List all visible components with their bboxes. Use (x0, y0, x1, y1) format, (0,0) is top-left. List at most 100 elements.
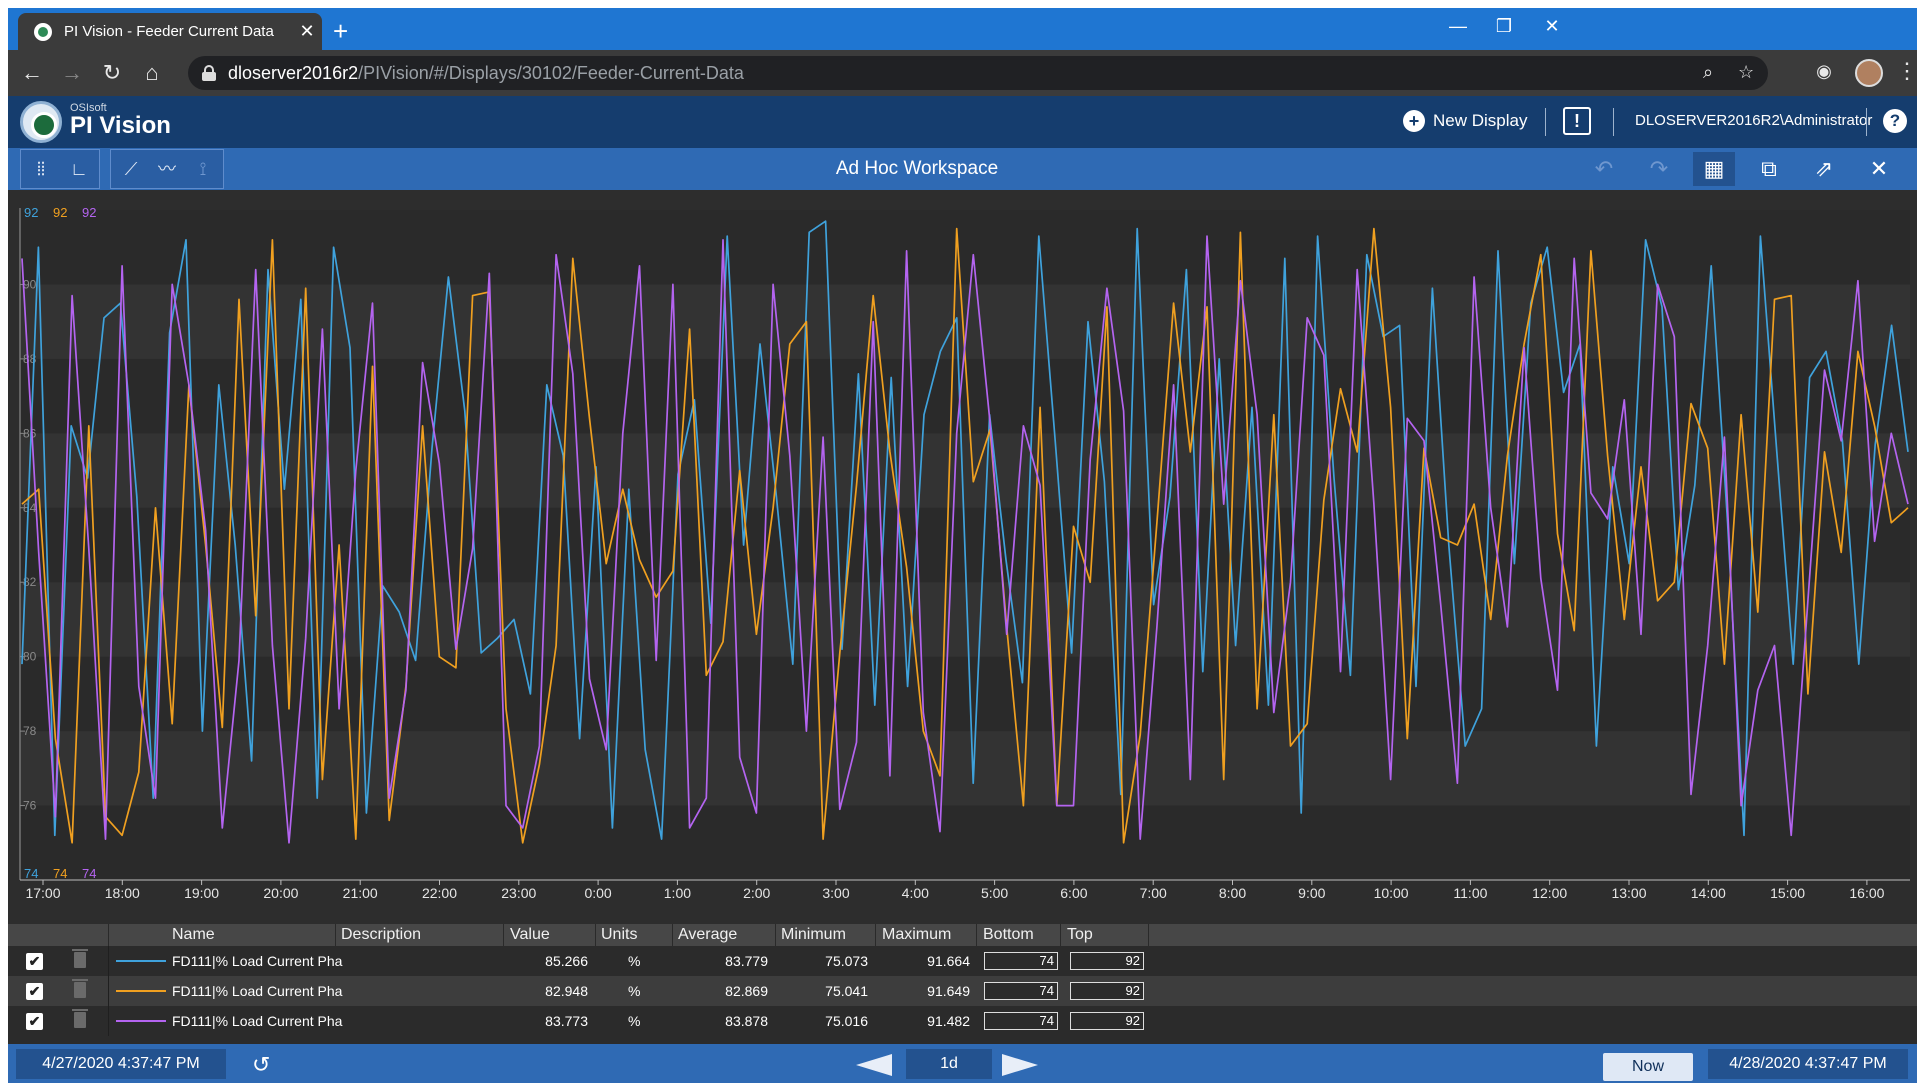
col-maximum[interactable]: Maximum (882, 926, 951, 944)
browser-tab[interactable]: PI Vision - Feeder Current Data ✕ (18, 13, 322, 50)
time-forward-arrow-icon[interactable] (1002, 1054, 1038, 1076)
y-tick-label: 84 (23, 501, 37, 515)
window-close-button[interactable]: ✕ (1532, 16, 1572, 37)
row-visible-checkbox[interactable]: ✔ (26, 983, 43, 1000)
x-tick-label: 5:00 (981, 885, 1008, 901)
extension-icon[interactable]: ◉ (1808, 61, 1840, 82)
x-tick-label: 9:00 (1298, 885, 1325, 901)
new-display-label: New Display (1433, 111, 1528, 130)
bookmark-star-icon[interactable]: ☆ (1738, 62, 1754, 83)
end-time-field[interactable]: 4/28/2020 4:37:47 PM (1708, 1049, 1908, 1079)
x-tick-label: 12:00 (1532, 885, 1567, 901)
top-scale-input[interactable]: 92 (1070, 952, 1144, 970)
row-visible-checkbox[interactable]: ✔ (26, 953, 43, 970)
chart-band (20, 210, 1910, 285)
help-icon[interactable]: ? (1883, 109, 1907, 133)
trash-icon[interactable] (72, 979, 88, 998)
row-maximum: 91.649 (927, 983, 970, 999)
refresh-icon[interactable]: ↺ (252, 1052, 270, 1078)
x-tick-label: 11:00 (1453, 885, 1487, 901)
row-maximum: 91.482 (927, 1013, 970, 1029)
col-value[interactable]: Value (510, 926, 550, 944)
time-bar: 4/27/2020 4:37:47 PM ↺ 1d Now 4/28/2020 … (8, 1044, 1917, 1083)
display-icon[interactable]: ⧉ (1748, 152, 1790, 186)
row-divider (108, 976, 109, 1006)
now-button[interactable]: Now (1603, 1053, 1693, 1081)
alert-icon[interactable]: ! (1563, 107, 1591, 135)
header-divider (1866, 108, 1867, 136)
x-tick-label: 23:00 (501, 885, 536, 901)
pi-vision-logo[interactable] (20, 101, 62, 143)
col-average[interactable]: Average (678, 926, 737, 944)
forward-arrow-icon[interactable]: → (56, 60, 88, 86)
start-time-field[interactable]: 4/27/2020 4:37:47 PM (16, 1049, 226, 1079)
undo-icon[interactable]: ↶ (1583, 152, 1625, 186)
row-name: FD111|% Load Current Pha (172, 983, 343, 999)
tab-close-icon[interactable]: ✕ (292, 21, 322, 42)
header-divider (775, 924, 776, 946)
scale-top-label: 92 (53, 205, 67, 220)
url-text: dloserver2016r2/PIVision/#/Displays/3010… (228, 63, 744, 84)
redo-icon[interactable]: ↷ (1638, 152, 1680, 186)
row-value: 85.266 (545, 953, 588, 969)
x-tick-label: 7:00 (1140, 885, 1167, 901)
col-name[interactable]: Name (172, 926, 215, 944)
x-tick-label: 4:00 (902, 885, 929, 901)
col-top[interactable]: Top (1067, 926, 1093, 944)
chart-band (20, 805, 1910, 880)
trend-chart[interactable]: 76 78 80 82 84 86 88 90 92 92 92 74 74 74 17:00 18:00 19… (8, 190, 1917, 924)
duration-field[interactable]: 1d (906, 1049, 992, 1079)
url-path: /PIVision/#/Displays/30102/Feeder-Curren… (358, 62, 744, 83)
x-tick-label: 18:00 (105, 885, 140, 901)
back-arrow-icon[interactable]: ← (16, 60, 48, 86)
browser-menu-icon[interactable]: ⋮ (1896, 58, 1917, 84)
close-workspace-icon[interactable]: ✕ (1858, 152, 1900, 186)
bottom-scale-input[interactable]: 74 (984, 982, 1058, 1000)
trash-icon[interactable] (72, 1009, 88, 1028)
new-tab-button[interactable]: + (333, 18, 348, 44)
trash-icon[interactable] (72, 949, 88, 968)
col-bottom[interactable]: Bottom (983, 926, 1034, 944)
table-row[interactable]: ✔ FD111|% Load Current Pha 82.948 % 82.8… (8, 976, 1917, 1006)
col-units[interactable]: Units (601, 926, 637, 944)
col-minimum[interactable]: Minimum (781, 926, 846, 944)
app-header: OSIsoft PI Vision + New Display ! DLOSER… (8, 96, 1917, 148)
minimize-button[interactable]: — (1438, 16, 1478, 37)
zoom-icon[interactable]: ⌕ (1703, 62, 1713, 83)
time-back-arrow-icon[interactable] (856, 1054, 892, 1076)
export-icon[interactable]: ⇗ (1803, 152, 1845, 186)
table-row[interactable]: ✔ FD111|% Load Current Pha 83.773 % 83.8… (8, 1006, 1917, 1036)
row-visible-checkbox[interactable]: ✔ (26, 1013, 43, 1030)
header-divider (595, 924, 596, 946)
top-scale-input[interactable]: 92 (1070, 982, 1144, 1000)
bottom-scale-input[interactable]: 74 (984, 952, 1058, 970)
col-description[interactable]: Description (341, 926, 421, 944)
x-tick-label: 15:00 (1770, 885, 1805, 901)
y-tick-label: 78 (23, 724, 37, 738)
home-icon[interactable]: ⌂ (136, 60, 168, 86)
row-name: FD111|% Load Current Pha (172, 953, 343, 969)
row-value: 83.773 (545, 1013, 588, 1029)
brand-name: PI Vision (70, 112, 171, 139)
top-scale-input[interactable]: 92 (1070, 1012, 1144, 1030)
tab-title: PI Vision - Feeder Current Data (64, 23, 274, 40)
new-display-button[interactable]: + New Display (1403, 110, 1527, 132)
table-view-icon[interactable]: ▦ (1693, 152, 1735, 186)
row-minimum: 75.041 (825, 983, 868, 999)
header-divider (1545, 108, 1546, 136)
address-bar[interactable]: dloserver2016r2/PIVision/#/Displays/3010… (188, 56, 1768, 90)
trend-svg[interactable]: 767880828486889092 92 9274 74 7417:00 18:00 19… (8, 190, 1917, 924)
lock-icon (202, 65, 216, 81)
row-divider (108, 946, 109, 976)
table-row[interactable]: ✔ FD111|% Load Current Pha 85.266 % 83.7… (8, 946, 1917, 976)
scale-bottom-label: 74 (82, 866, 96, 881)
bottom-scale-input[interactable]: 74 (984, 1012, 1058, 1030)
profile-avatar[interactable] (1855, 59, 1883, 87)
user-name[interactable]: DLOSERVER2016R2\Administrator (1635, 112, 1872, 129)
reload-icon[interactable]: ↻ (96, 60, 128, 86)
row-average: 83.878 (725, 1013, 768, 1029)
restore-button[interactable]: ❐ (1484, 16, 1524, 37)
series-color-swatch (116, 960, 166, 962)
scale-top-label: 92 (82, 205, 96, 220)
x-tick-label: 2:00 (743, 885, 770, 901)
